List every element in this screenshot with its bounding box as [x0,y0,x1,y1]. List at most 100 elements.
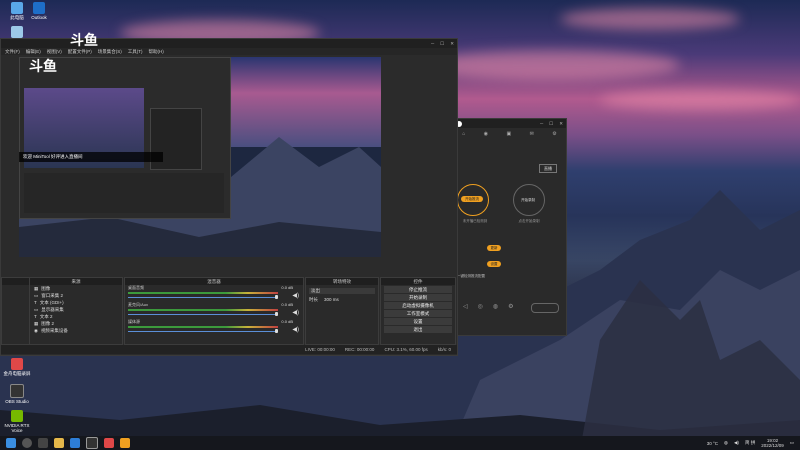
menu-edit[interactable]: 编辑(E) [26,49,41,55]
clock[interactable]: 19:02 2022/12/09 [761,438,784,448]
menu-help[interactable]: 帮助(H) [149,49,164,55]
desktop-icon-nvidia-rtx-voice[interactable]: NVIDIA RTX Voice [0,410,34,433]
start-icon[interactable] [6,438,16,448]
stop-streaming-button[interactable]: 停止推流 [384,286,452,293]
edge-icon[interactable] [70,438,80,448]
mixer-header: 混音器 [125,278,303,285]
recorder-taskbar-icon[interactable] [104,438,114,448]
source-item[interactable]: ◉ 视频采集设备 [30,327,122,334]
nested-docks [24,173,224,213]
outlook-icon [33,2,45,14]
network-icon[interactable]: ◍ [724,440,728,446]
virtual-camera-button[interactable]: 启动虚拟摄像机 [384,302,452,309]
mixer-track: 麦克风/Aux 0.0 dB ◀) [128,302,299,316]
volume-meter [128,326,278,328]
volume-knob[interactable] [275,295,278,299]
settings-icon[interactable]: ⚙ [552,131,556,137]
studio-update-button[interactable]: 更新 [487,245,501,251]
douyu-logo-watermark: 斗鱼 [70,33,98,49]
volume-slider[interactable] [128,331,278,332]
speaker-icon[interactable]: ◁ [463,303,468,310]
task-view-icon[interactable] [38,438,48,448]
image-icon: ▦ [34,320,39,326]
nested-obs-window [19,57,231,219]
studio-sub-left: 未开播已检测到 [462,219,488,223]
input-method[interactable]: 简 拼 [745,440,755,446]
volume-meter [128,292,278,294]
obs-taskbar-icon[interactable] [86,437,98,449]
wallpaper-cloud [560,8,740,30]
status-live: LIVE: 00:00:00 [305,347,335,352]
desktop-icon-outlook[interactable]: Outlook [22,2,56,20]
scene-icon[interactable]: ◍ [493,303,498,310]
studio-bottom-link[interactable]: 一键检测推流配置 [457,274,537,279]
volume-knob[interactable] [275,312,278,316]
start-stream-button[interactable]: 开始推流 [461,196,483,202]
source-item[interactable]: ▭ 窗口采集 2 [30,292,122,299]
maximize-icon[interactable]: ☐ [549,121,553,127]
wallpaper-cloud [420,50,680,80]
source-item[interactable]: ▭ 显示器采集 [30,306,122,313]
source-item[interactable]: T 文本 (GDI+) [30,299,122,306]
transition-select[interactable]: 淡出 [309,288,375,294]
studio-action-pill[interactable] [531,303,559,313]
exit-button[interactable]: 退出 [384,326,452,333]
menu-file[interactable]: 文件(F) [5,49,20,55]
speaker-icon[interactable]: ◀) [292,326,299,333]
menu-view[interactable]: 视图(V) [47,49,62,55]
minimize-icon[interactable]: ─ [431,41,434,46]
studio-settings-button[interactable]: 设置 [487,261,501,267]
start-record-label: 开始录制 [521,198,535,202]
source-item[interactable]: ▦ 图像 [30,285,122,292]
sources-panel: 来源 ▦ 图像 ▭ 窗口采集 2 T 文本 (GDI+) ▭ 显示器采集 T 文本 2 ▦… [29,277,123,345]
close-icon[interactable]: ✕ [559,121,563,127]
system-tray: 30 °C ◍ ◀) 简 拼 19:02 2022/12/09 ▭ [707,438,800,448]
sources-header: 来源 [30,278,122,285]
obs-preview[interactable]: 欢迎 MiniTool 好评进入直播间 斗鱼 [19,57,381,257]
desktop-icon-obs-studio[interactable]: OBS Studio [0,384,34,404]
obs-statusbar: LIVE: 00:00:00 REC: 00:00:00 CPU: 3.1%, … [1,345,457,354]
wallpaper-cloud [600,90,800,110]
notification-icon[interactable]: ▭ [790,440,794,446]
minimize-icon[interactable]: ─ [540,121,543,126]
camera-icon[interactable]: ◉ [484,131,488,137]
source-item[interactable]: T 文本 2 [30,313,122,320]
monitor-icon: ▭ [34,306,39,312]
file-explorer-icon[interactable] [54,438,64,448]
source-item[interactable]: ▦ 图像 2 [30,320,122,327]
mixer-track: 桌面音频 0.0 dB ◀) [128,285,299,299]
close-icon[interactable]: ✕ [450,41,454,47]
welcome-banner: 欢迎 MiniTool 好评进入直播间 [19,152,163,162]
menu-scene-collection[interactable]: 场景集合(S) [98,49,122,55]
menu-tools[interactable]: 工具(T) [128,49,143,55]
camera-icon: ◉ [34,327,38,333]
volume-icon[interactable]: ◀) [734,440,739,446]
desktop-icon-label: 金舟电脑录屏 [3,371,31,376]
studio-taskbar-icon[interactable] [120,438,130,448]
desktop-icon-screen-recorder[interactable]: 金舟电脑录屏 [0,358,34,377]
duration-input[interactable]: 300 ms [324,297,339,303]
studio-bottom-icons: ◁ ◎ ◍ ⚙ [463,303,514,310]
studio-sub-right: 点击开始录制 [518,219,540,223]
settings-button[interactable]: 设置 [384,318,452,325]
mic-icon[interactable]: ◎ [478,303,483,310]
speaker-icon[interactable]: ◀) [292,292,299,299]
volume-knob[interactable] [275,329,278,333]
douyu-watermark: 斗鱼 [29,59,57,75]
desktop-icon-label: OBS Studio [5,399,29,404]
recycle-bin-icon [11,26,23,38]
gear-icon[interactable]: ⚙ [508,303,513,310]
speaker-icon[interactable]: ◀) [292,309,299,316]
studio-tag[interactable]: 直播 [539,164,557,173]
home-icon[interactable]: ⌂ [462,131,465,137]
recorder-icon [11,358,23,370]
volume-slider[interactable] [128,314,278,315]
chat-icon[interactable]: ✉ [530,131,534,137]
start-recording-button[interactable]: 开始录制 [384,294,452,301]
studio-window: ─ ☐ ✕ ⌂ ◉ ▣ ✉ ⚙ 直播 开始推流 开始录制 未开播已检测到 点击开… [452,118,567,336]
studio-mode-button[interactable]: 工作室模式 [384,310,452,317]
maximize-icon[interactable]: ☐ [440,41,444,47]
volume-slider[interactable] [128,297,278,298]
gift-icon[interactable]: ▣ [506,131,511,137]
search-icon[interactable] [22,438,32,448]
